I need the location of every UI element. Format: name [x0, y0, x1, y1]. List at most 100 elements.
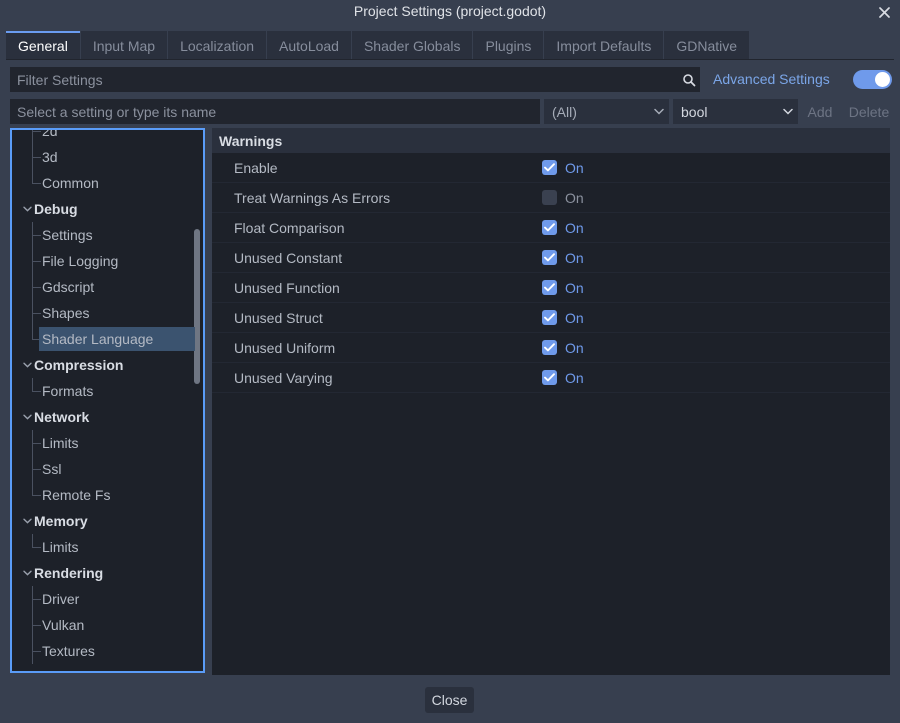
tree-item-driver[interactable]: Driver	[12, 586, 203, 612]
window-title: Project Settings (project.godot)	[353, 3, 547, 19]
tree-item-vulkan[interactable]: Vulkan	[12, 612, 203, 638]
tree-item-label: Driver	[42, 591, 80, 607]
type-filter-select[interactable]: (All)	[544, 99, 669, 124]
delete-button[interactable]: Delete	[840, 99, 898, 124]
tree-scrollbar-thumb[interactable]	[194, 229, 200, 384]
tree-item-label: Debug	[34, 201, 78, 217]
add-button[interactable]: Add	[802, 99, 838, 124]
tree-item-limits[interactable]: Limits	[12, 534, 203, 560]
search-icon[interactable]	[678, 73, 700, 87]
tab-plugins[interactable]: Plugins	[473, 31, 545, 60]
chevron-down-icon	[649, 108, 669, 115]
chevron-down-icon[interactable]	[22, 414, 32, 420]
title-bar: Project Settings (project.godot)	[0, 0, 900, 23]
tab-input-map[interactable]: Input Map	[80, 31, 169, 60]
tab-gdnative[interactable]: GDNative	[664, 31, 751, 60]
tree-scrollbar[interactable]	[194, 133, 200, 668]
checkbox-unused-function[interactable]	[542, 280, 557, 295]
tree-item-formats[interactable]: Formats	[12, 378, 203, 404]
chevron-down-icon	[778, 108, 798, 115]
tree-item-3d[interactable]: 3d	[12, 144, 203, 170]
tab-import-defaults[interactable]: Import Defaults	[544, 31, 665, 60]
tree-item-ssl[interactable]: Ssl	[12, 456, 203, 482]
tab-localization[interactable]: Localization	[168, 31, 268, 60]
property-value: On	[542, 340, 584, 356]
tree-item-label: File Logging	[42, 253, 119, 269]
type-filter-value: (All)	[552, 103, 577, 120]
settings-category-tree[interactable]: 2d 3d Common Debug Settings File Logging Gdscr…	[10, 128, 205, 673]
add-setting-row: Select a setting or type its name (All) …	[10, 99, 890, 124]
chevron-down-icon[interactable]	[22, 206, 32, 212]
tree-guide-line	[32, 235, 41, 236]
close-icon[interactable]	[874, 2, 894, 22]
tree-item-gdscript[interactable]: Gdscript	[12, 274, 203, 300]
close-button[interactable]: Close	[425, 687, 474, 713]
tree-item-file-logging[interactable]: File Logging	[12, 248, 203, 274]
tree-item-label: Limits	[42, 539, 79, 555]
setting-name-input[interactable]: Select a setting or type its name	[10, 99, 540, 124]
tree-item-textures[interactable]: Textures	[12, 638, 203, 664]
property-value: On	[542, 310, 584, 326]
property-value: On	[542, 160, 584, 176]
tab-bar-underline	[6, 59, 894, 60]
checkbox-treat-warnings-as-errors[interactable]	[542, 190, 557, 205]
property-state-label: On	[565, 279, 584, 296]
properties-section-title: Warnings	[212, 128, 890, 153]
tree-item-common[interactable]: Common	[12, 170, 203, 196]
tree-guide-line	[32, 495, 41, 496]
tree-item-settings[interactable]: Settings	[12, 222, 203, 248]
tree-guide-line	[32, 326, 33, 339]
chevron-down-icon[interactable]	[22, 570, 32, 576]
property-state-label: On	[565, 159, 584, 176]
tree-item-debug[interactable]: Debug	[12, 196, 203, 222]
property-value: On	[542, 220, 584, 236]
value-type-value: bool	[681, 103, 708, 120]
tree-item-shapes[interactable]: Shapes	[12, 300, 203, 326]
property-row: Unused Uniform On	[212, 333, 890, 363]
tree-item-label: Rendering	[34, 565, 104, 581]
property-state-label: On	[565, 309, 584, 326]
tree-item-memory[interactable]: Memory	[12, 508, 203, 534]
tree-item-remote-fs[interactable]: Remote Fs	[12, 482, 203, 508]
tree-guide-line	[32, 625, 41, 626]
tree-item-label: Compression	[34, 357, 124, 373]
checkbox-unused-varying[interactable]	[542, 370, 557, 385]
property-row: Unused Struct On	[212, 303, 890, 333]
property-state-label: On	[565, 219, 584, 236]
tree-guide-line	[32, 651, 41, 652]
checkbox-unused-constant[interactable]	[542, 250, 557, 265]
property-state-label: On	[565, 339, 584, 356]
checkbox-unused-struct[interactable]	[542, 310, 557, 325]
tree-guide-line	[32, 183, 41, 184]
property-row: Enable On	[212, 153, 890, 183]
tab-shader-globals[interactable]: Shader Globals	[351, 31, 474, 60]
property-label: Unused Uniform	[234, 339, 336, 356]
tree-item-label: Formats	[42, 383, 94, 399]
tree-item-rendering[interactable]: Rendering	[12, 560, 203, 586]
advanced-settings-label: Advanced Settings	[713, 71, 830, 87]
chevron-down-icon[interactable]	[22, 518, 32, 524]
property-label: Unused Struct	[234, 309, 323, 326]
tree-item-label: Settings	[42, 227, 93, 243]
tree-item-2d[interactable]: 2d	[12, 130, 203, 144]
tree-guide-line	[32, 443, 41, 444]
checkbox-enable[interactable]	[542, 160, 557, 175]
checkbox-unused-uniform[interactable]	[542, 340, 557, 355]
tree-item-compression[interactable]: Compression	[12, 352, 203, 378]
tree-guide-line	[32, 313, 41, 314]
search-input[interactable]: Filter Settings	[10, 67, 700, 92]
tree-item-label: Vulkan	[42, 617, 85, 633]
checkbox-float-comparison[interactable]	[542, 220, 557, 235]
tree-item-shader-language[interactable]: Shader Language	[12, 326, 203, 352]
chevron-down-icon[interactable]	[22, 362, 32, 368]
tree-item-network[interactable]: Network	[12, 404, 203, 430]
tree-item-limits[interactable]: Limits	[12, 430, 203, 456]
tree-guide-line	[32, 599, 41, 600]
advanced-settings-toggle[interactable]	[853, 70, 892, 89]
tab-general[interactable]: General	[6, 31, 81, 60]
property-value: On	[542, 370, 584, 386]
tree-item-label: Limits	[42, 435, 79, 451]
tab-autoload[interactable]: AutoLoad	[267, 31, 352, 60]
value-type-select[interactable]: bool	[673, 99, 798, 124]
property-row: Unused Constant On	[212, 243, 890, 273]
